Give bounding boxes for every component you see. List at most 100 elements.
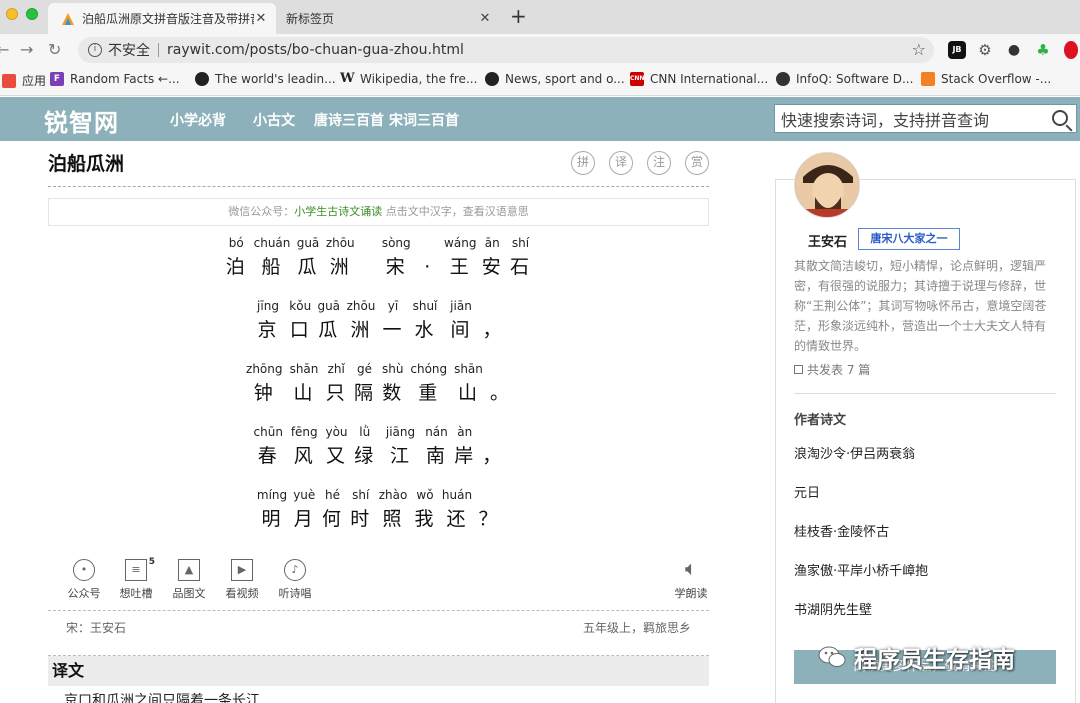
- bookmark-stack-overflow[interactable]: Stack Overflow -...: [921, 72, 1051, 86]
- wechat-action[interactable]: • 公众号: [59, 559, 109, 601]
- poem-char-cell[interactable]: sòng 宋: [379, 236, 413, 280]
- poem-char-cell[interactable]: ，: [480, 425, 506, 469]
- poem-char-cell[interactable]: 。: [488, 362, 514, 406]
- appreciation-toggle-button[interactable]: 赏: [685, 151, 709, 175]
- hanzi: ，: [482, 445, 504, 467]
- bookmark-wikipedia[interactable]: W Wikipedia, the fre...: [340, 72, 477, 87]
- poem-char-cell[interactable]: kǒu 口: [287, 299, 314, 343]
- poem-char-cell[interactable]: ，: [480, 299, 506, 343]
- poem-char-cell[interactable]: fēng 风: [287, 425, 321, 469]
- poem-char-cell[interactable]: shuǐ 水: [408, 299, 442, 343]
- poem-char-cell[interactable]: shí 石: [507, 236, 534, 280]
- poem-char-cell[interactable]: jīng 京: [251, 299, 285, 343]
- close-tab-icon[interactable]: ✕: [478, 11, 492, 26]
- work-link[interactable]: 渔家傲·平岸小桥千嶂抱: [794, 560, 928, 579]
- new-tab-icon[interactable]: +: [510, 6, 527, 26]
- bookmark-github[interactable]: The world's leadin...: [195, 72, 336, 86]
- poem-char-cell[interactable]: yī 一: [380, 299, 406, 343]
- poem-line: chūn 春 fēng 风 yòu 又 lǜ 绿 jiāng 江 nán 南 àn 岸 ，: [48, 425, 709, 469]
- poem-char-cell[interactable]: wǒ 我: [412, 488, 438, 532]
- poem-char-cell[interactable]: míng 明: [255, 488, 289, 532]
- extension-red-icon[interactable]: [1064, 41, 1078, 59]
- poem-char-cell[interactable]: chóng 重: [408, 362, 450, 406]
- bookmark-infoq[interactable]: InfoQ: Software D...: [776, 72, 913, 86]
- site-logo[interactable]: 锐智网: [44, 103, 119, 138]
- translation-toggle-button[interactable]: 译: [609, 151, 633, 175]
- address-bar[interactable]: i 不安全 raywit.com/posts/bo-chuan-gua-zhou…: [78, 37, 934, 63]
- pinyin-toggle-button[interactable]: 拼: [571, 151, 595, 175]
- poem-char-cell[interactable]: zhào 照: [376, 488, 410, 532]
- poem-char-cell[interactable]: lǜ 绿: [352, 425, 378, 469]
- work-link[interactable]: 桂枝香·金陵怀古: [794, 521, 889, 540]
- image-text-action[interactable]: ▲ 品图文: [164, 559, 214, 601]
- poem-char-cell[interactable]: ？: [476, 488, 502, 532]
- poem-char-cell[interactable]: guā 瓜: [316, 299, 343, 343]
- poem-char-cell[interactable]: gé 隔: [352, 362, 378, 406]
- nav-primary-school[interactable]: 小学必背: [170, 110, 226, 130]
- poem-char-cell[interactable]: yuè 月: [291, 488, 318, 532]
- nav-tang-poems[interactable]: 唐诗三百首: [314, 110, 384, 130]
- author-avatar[interactable]: [794, 152, 860, 218]
- reload-icon[interactable]: ↻: [48, 40, 61, 60]
- bookmark-news[interactable]: News, sport and o...: [485, 72, 625, 86]
- work-link[interactable]: 浪淘沙令·伊吕两衰翁: [794, 443, 915, 462]
- poem-char-cell[interactable]: yòu 又: [323, 425, 350, 469]
- poem-tags[interactable]: 五年级上，羁旅思乡: [583, 619, 691, 636]
- comment-action[interactable]: ≡ 5 想吐槽: [111, 557, 161, 601]
- back-icon[interactable]: ←: [0, 40, 9, 60]
- nav-song-ci[interactable]: 宋词三百首: [389, 110, 459, 130]
- poem-char-cell[interactable]: hé 何: [320, 488, 346, 532]
- minimize-window-button[interactable]: [6, 8, 18, 20]
- poem-char-cell[interactable]: wáng 王: [443, 236, 477, 280]
- jetbrains-extension-icon[interactable]: JB: [948, 41, 966, 59]
- tab-strip: 泊船瓜洲原文拼音版注音及带拼音 ✕ 新标签页 ✕ +: [0, 0, 1080, 34]
- tab-new[interactable]: 新标签页 ✕: [278, 3, 500, 34]
- tab-active[interactable]: 泊船瓜洲原文拼音版注音及带拼音 ✕: [48, 3, 276, 34]
- poem-char-cell[interactable]: shù 数: [380, 362, 407, 406]
- bookmark-cnn[interactable]: CNN CNN International...: [630, 72, 768, 86]
- pinyin: guā: [296, 236, 320, 250]
- poem-char-cell[interactable]: zhōu 洲: [323, 236, 357, 280]
- poem-char-cell[interactable]: [359, 236, 377, 280]
- poem-char-cell[interactable]: chuán 船: [251, 236, 293, 280]
- poem-char-cell[interactable]: zhǐ 只: [323, 362, 350, 406]
- read-aloud-action[interactable]: 🔈︎ 学朗读: [666, 558, 716, 601]
- zoom-window-button[interactable]: [26, 8, 38, 20]
- search-icon[interactable]: [1052, 110, 1068, 126]
- poem-char-cell[interactable]: jiāng 江: [380, 425, 422, 469]
- info-icon[interactable]: i: [88, 43, 102, 57]
- poem-char-cell[interactable]: chūn 春: [251, 425, 285, 469]
- site-search-input[interactable]: 快速搜索诗词，支持拼音查询: [774, 104, 1077, 133]
- video-action[interactable]: ▶ 看视频: [217, 559, 267, 601]
- song-action[interactable]: ♪ 听诗唱: [270, 559, 320, 601]
- poem-char-cell[interactable]: shí 时: [348, 488, 375, 532]
- poem-char-cell[interactable]: ān 安: [479, 236, 505, 280]
- poem-char-cell[interactable]: shān 山: [452, 362, 486, 406]
- gear-extension-icon[interactable]: ⚙: [976, 41, 994, 59]
- poem-char-cell[interactable]: shān 山: [287, 362, 321, 406]
- poem-char-cell[interactable]: jiān 间: [444, 299, 478, 343]
- bookmark-label: The world's leadin...: [215, 72, 336, 86]
- poem-char-cell[interactable]: àn 岸: [452, 425, 478, 469]
- nav-ancient-prose[interactable]: 小古文: [253, 110, 295, 130]
- poem-char-cell[interactable]: zhōu 洲: [344, 299, 378, 343]
- poem-char-cell[interactable]: nán 南: [423, 425, 450, 469]
- poem-char-cell[interactable]: guā 瓜: [295, 236, 322, 280]
- author-name[interactable]: 王安石: [808, 231, 847, 250]
- evernote-extension-icon[interactable]: ♣: [1034, 41, 1052, 59]
- puzzle-extension-icon[interactable]: ●: [1005, 41, 1023, 59]
- poem-char-cell[interactable]: bó 泊: [223, 236, 249, 280]
- work-link[interactable]: 书湖阴先生壁: [794, 599, 872, 618]
- bookmark-star-icon[interactable]: ☆: [912, 40, 926, 59]
- poem-author-meta[interactable]: 宋：王安石: [66, 619, 126, 636]
- poem-char-cell[interactable]: ·: [415, 236, 441, 280]
- annotation-toggle-button[interactable]: 注: [647, 151, 671, 175]
- work-link[interactable]: 元日: [794, 482, 820, 501]
- poem-char-cell[interactable]: zhōng 钟: [244, 362, 286, 406]
- bookmark-random-facts[interactable]: F Random Facts ←...: [50, 72, 180, 86]
- forward-icon[interactable]: →: [20, 40, 33, 60]
- bookmark-apps[interactable]: 应用: [2, 72, 46, 89]
- wechat-account-link[interactable]: 小学生古诗文诵读: [294, 205, 382, 218]
- close-tab-icon[interactable]: ✕: [254, 11, 268, 26]
- poem-char-cell[interactable]: huán 还: [440, 488, 474, 532]
